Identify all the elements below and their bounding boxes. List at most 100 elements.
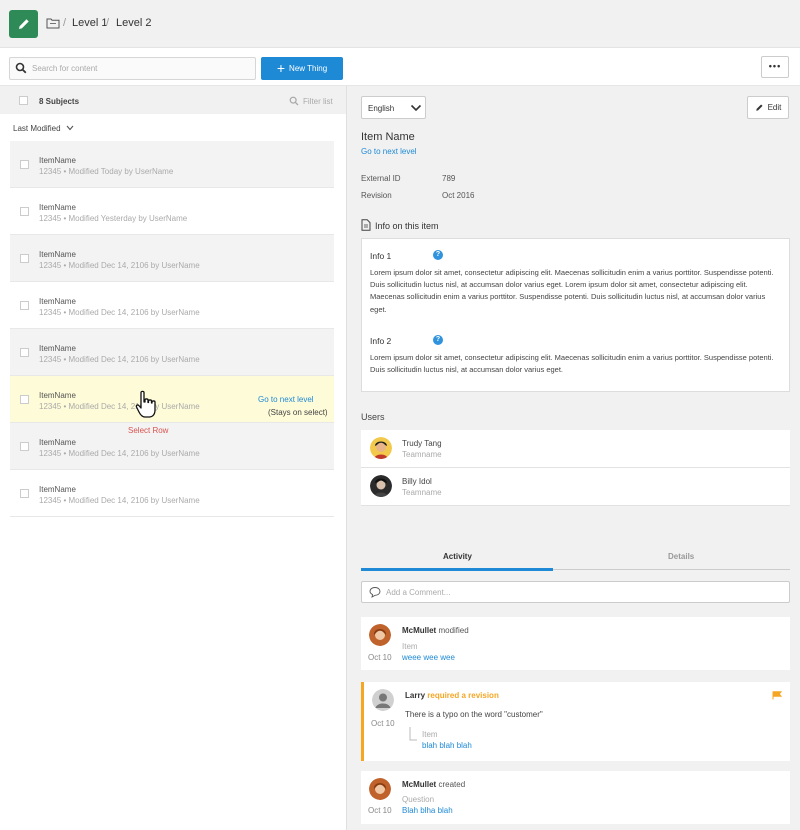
item-name: ItemName [39,391,76,400]
user-name: Trudy Tang [402,439,442,448]
avatar [369,778,391,800]
users-section-title: Users [361,412,385,422]
pointer-hand-icon [135,390,156,418]
item-meta: 12345 • Modified Dec 14, 2106 by UserNam… [39,496,200,505]
info-1-title: Info 1 [370,251,392,261]
item-meta: 12345 • Modified Dec 14, 2106 by UserNam… [39,261,200,270]
list-item[interactable]: ItemName 12345 • Modified Yesterday by U… [10,188,334,235]
activity-author: McMullet created [402,780,465,789]
select-all-checkbox[interactable] [19,96,28,105]
author-name: McMullet [402,626,437,635]
activity-date: Oct 10 [371,719,395,728]
flag-icon[interactable] [772,691,782,700]
row-checkbox[interactable] [20,395,29,404]
item-name: ItemName [39,156,76,165]
avatar [370,475,392,497]
revision-value: Oct 2016 [442,191,475,200]
subject-count: 8 Subjects [39,97,80,106]
activity-item: McMullet modified Item Oct 10 weee wee w… [361,617,790,670]
breadcrumb-separator: / [106,17,110,29]
comment-icon [369,587,381,598]
activity-field: Item [422,730,438,739]
list-item[interactable]: ItemName 12345 • Modified Dec 14, 2106 b… [10,329,334,376]
pencil-icon [755,104,763,111]
item-meta: 12345 • Modified Dec 14, 2106 by UserNam… [39,449,200,458]
author-name: McMullet [402,780,437,789]
filter-list[interactable]: Filter list [289,96,333,106]
breadcrumb-level-1[interactable]: Level 1 [72,17,107,29]
chevron-down-icon [66,125,74,131]
activity-author: Larry required a revision [405,691,499,700]
user-row[interactable]: Trudy Tang Teamname [361,430,790,468]
plus-icon: + [276,59,286,76]
user-team: Teamname [402,488,442,497]
document-icon [361,219,371,231]
user-row[interactable]: Billy Idol Teamname [361,468,790,506]
comment-input[interactable]: Add a Comment... [361,581,790,603]
sort-dropdown[interactable]: Last Modified [13,124,74,133]
help-icon[interactable]: ? [433,335,443,345]
list-header: 8 Subjects Filter list [0,86,346,114]
active-tab-indicator [361,568,553,571]
go-to-next-level-link[interactable]: Go to next level [258,395,314,404]
user-team: Teamname [402,450,442,459]
go-to-next-level-link[interactable]: Go to next level [361,147,417,156]
row-checkbox[interactable] [20,442,29,451]
list-item[interactable]: ItemName 12345 • Modified Dec 14, 2106 b… [10,235,334,282]
search-icon [15,62,27,74]
help-icon[interactable]: ? [433,250,443,260]
row-checkbox[interactable] [20,254,29,263]
edit-mode-button[interactable] [9,10,38,38]
toolbar: Search for content + New Thing ••• [0,48,800,86]
reply-connector-icon [409,727,417,741]
search-icon [289,96,299,106]
row-checkbox[interactable] [20,160,29,169]
external-id-value: 789 [442,174,456,183]
item-meta: 12345 • Modified Dec 14, 2106 by UserNam… [39,402,200,411]
activity-value[interactable]: weee wee wee [402,653,455,662]
language-value: English [368,104,395,113]
activity-verb: created [438,780,466,789]
new-thing-label: New Thing [289,64,328,73]
more-options-button[interactable]: ••• [761,56,789,78]
user-name: Billy Idol [402,477,432,486]
edit-label: Edit [767,103,782,112]
tab-details[interactable]: Details [668,552,694,561]
breadcrumb-level-2[interactable]: Level 2 [116,17,151,29]
item-name: ItemName [39,485,76,494]
item-name: ItemName [39,438,76,447]
sort-label: Last Modified [13,124,61,133]
stays-on-select-note: (Stays on select) [268,408,328,417]
avatar [372,689,394,711]
list-item[interactable]: ItemName 12345 • Modified Dec 14, 2106 b… [10,423,334,470]
list-item[interactable]: ItemName 12345 • Modified Dec 14, 2106 b… [10,470,334,517]
info-2-title: Info 2 [370,336,392,346]
row-checkbox[interactable] [20,301,29,310]
row-checkbox[interactable] [20,348,29,357]
info-2-text: Lorem ipsum dolor sit amet, consectetur … [370,353,774,375]
pencil-icon [18,19,29,29]
search-input[interactable]: Search for content [9,57,256,80]
folder-icon[interactable] [46,17,60,29]
tab-activity[interactable]: Activity [443,552,472,561]
activity-value[interactable]: Blah blha blah [402,806,453,815]
language-select[interactable]: English [361,96,426,119]
comment-placeholder: Add a Comment... [386,588,451,597]
info-box: Info 1 ? Lorem ipsum dolor sit amet, con… [361,238,790,392]
list-item[interactable]: ItemName 12345 • Modified Today by UserN… [10,141,334,188]
select-row-annotation: Select Row [128,426,169,435]
row-checkbox[interactable] [20,489,29,498]
activity-value[interactable]: blah blah blah [422,741,472,750]
activity-author: McMullet modified [402,626,469,635]
item-meta: 12345 • Modified Today by UserName [39,167,174,176]
avatar [370,437,392,459]
item-name: ItemName [39,297,76,306]
item-name: ItemName [39,203,76,212]
search-placeholder: Search for content [32,64,98,73]
item-title: Item Name [361,131,415,143]
row-checkbox[interactable] [20,207,29,216]
edit-button[interactable]: Edit [747,96,789,119]
list-item[interactable]: ItemName 12345 • Modified Dec 14, 2106 b… [10,282,334,329]
activity-verb: required a revision [427,691,499,700]
new-thing-button[interactable]: + New Thing [261,57,343,80]
